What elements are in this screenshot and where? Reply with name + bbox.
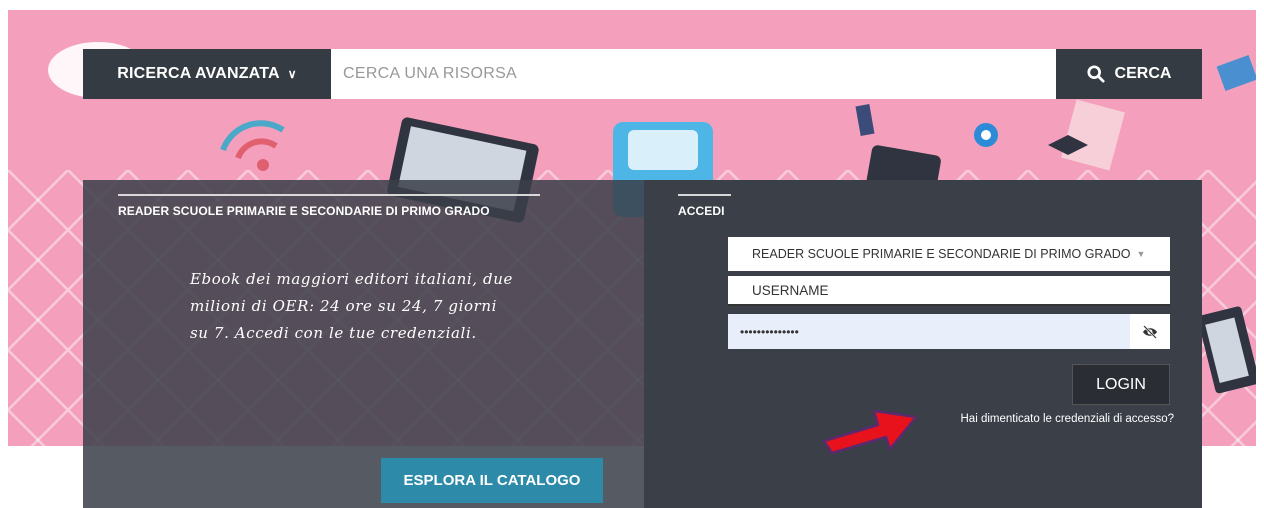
reader-description: Ebook dei maggiori editori italiani, due…	[190, 270, 513, 342]
password-group	[728, 314, 1170, 349]
caret-down-icon: ▼	[1136, 249, 1146, 259]
login-panel: ACCEDI READER SCUOLE PRIMARIE E SECONDAR…	[644, 180, 1202, 508]
eye-slash-icon	[1143, 324, 1157, 339]
forgot-credentials-link[interactable]: Hai dimenticato le credenziali di access…	[928, 413, 1175, 425]
advanced-search-button[interactable]: RICERCA AVANZATA ∨	[83, 49, 331, 99]
search-input[interactable]	[331, 49, 1056, 99]
advanced-search-label: RICERCA AVANZATA	[117, 65, 280, 82]
search-button-label: CERCA	[1114, 65, 1172, 82]
username-field[interactable]: USERNAME	[728, 276, 1170, 306]
red-arrow-annotation	[822, 409, 918, 455]
toggle-password-visibility-button[interactable]	[1130, 314, 1170, 349]
search-button[interactable]: CERCA	[1056, 49, 1202, 99]
explore-catalog-button[interactable]: ESPLORA IL CATALOGO	[381, 458, 603, 503]
username-value: USERNAME	[752, 282, 829, 298]
reader-panel-title: READER SCUOLE PRIMARIE E SECONDARIE DI P…	[118, 194, 540, 218]
login-button[interactable]: LOGIN	[1072, 364, 1170, 405]
login-panel-title: ACCEDI	[678, 194, 731, 218]
reader-select-value: READER SCUOLE PRIMARIE E SECONDARIE DI P…	[752, 247, 1131, 261]
password-field[interactable]	[728, 314, 1130, 349]
search-bar: RICERCA AVANZATA ∨ CERCA	[83, 49, 1202, 99]
chevron-down-icon: ∨	[287, 67, 297, 81]
reader-info-panel: READER SCUOLE PRIMARIE E SECONDARIE DI P…	[83, 180, 644, 508]
reader-select[interactable]: READER SCUOLE PRIMARIE E SECONDARIE DI P…	[728, 237, 1170, 271]
search-icon	[1086, 65, 1105, 83]
